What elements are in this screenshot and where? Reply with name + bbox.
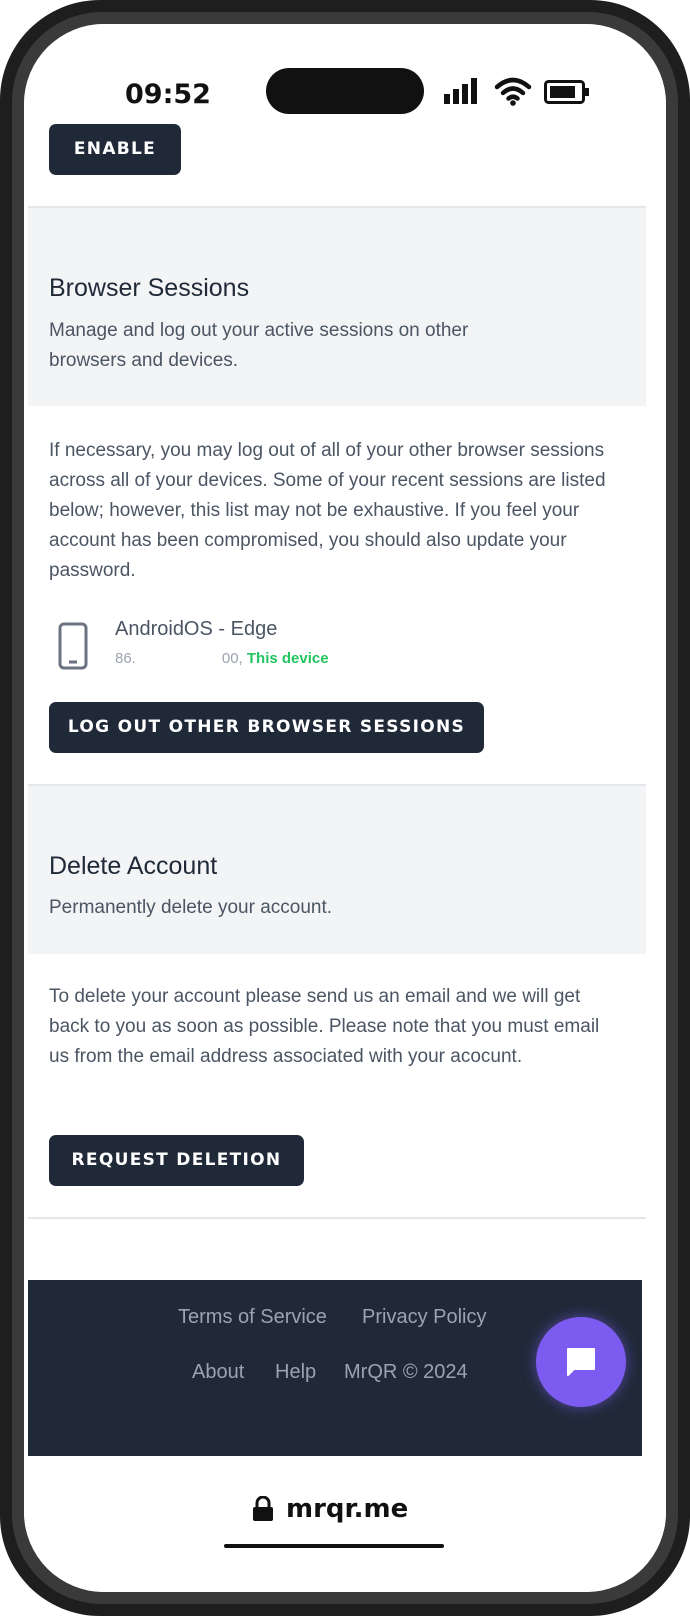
browser-sessions-body: If necessary, you may log out of all of …: [28, 406, 646, 784]
url-text[interactable]: mrqr.me: [286, 1494, 408, 1524]
footer-copyright: MrQR © 2024: [344, 1361, 468, 1383]
enable-button[interactable]: ENABLE: [49, 124, 181, 175]
session-meta: 86. 00, This device: [115, 650, 329, 667]
screen: 09:52 ENABLE Browser Sessions Manage and…: [24, 24, 666, 1592]
page-content: ENABLE Browser Sessions Manage and log o…: [28, 124, 646, 1219]
delete-account-description: To delete your account please send us an…: [49, 986, 600, 1067]
status-bar: 09:52: [24, 24, 666, 124]
delete-account-header: Delete Account Permanently delete your a…: [28, 786, 646, 954]
session-item: AndroidOS - Edge 86. 00, This device: [49, 618, 609, 676]
session-ip-suffix: 00,: [221, 650, 243, 667]
browser-url-bar: mrqr.me: [24, 1456, 666, 1592]
dynamic-island: [266, 68, 424, 114]
footer-link-privacy[interactable]: Privacy Policy: [362, 1306, 486, 1329]
lock-icon: [253, 1496, 273, 1521]
this-device-label: This device: [246, 650, 329, 667]
home-indicator[interactable]: [224, 1544, 444, 1548]
footer-link-help[interactable]: Help: [275, 1361, 316, 1384]
footer-link-terms[interactable]: Terms of Service: [178, 1306, 327, 1329]
phone-device-icon: [58, 622, 88, 670]
section-divider: [28, 1217, 646, 1219]
logout-other-sessions-button[interactable]: LOG OUT OTHER BROWSER SESSIONS: [49, 702, 484, 753]
battery-icon: [544, 80, 589, 104]
two-factor-section: ENABLE: [28, 124, 646, 206]
delete-account-subtitle: Permanently delete your account.: [49, 897, 333, 918]
footer-link-about[interactable]: About: [192, 1361, 244, 1384]
status-time: 09:52: [125, 79, 211, 110]
browser-sessions-description: If necessary, you may log out of all of …: [49, 440, 606, 581]
session-browser-name: AndroidOS - Edge: [115, 618, 278, 640]
chat-button[interactable]: [536, 1317, 626, 1407]
session-ip-prefix: 86.: [115, 650, 136, 667]
wifi-icon: [494, 77, 532, 106]
browser-sessions-header: Browser Sessions Manage and log out your…: [28, 208, 646, 406]
phone-frame: 09:52 ENABLE Browser Sessions Manage and…: [0, 0, 690, 1616]
chat-icon: [567, 1348, 595, 1376]
browser-sessions-subtitle: Manage and log out your active sessions …: [49, 320, 469, 371]
signal-icon: [444, 78, 477, 104]
browser-sessions-title: Browser Sessions: [49, 274, 250, 302]
request-deletion-button[interactable]: REQUEST DELETION: [49, 1135, 304, 1186]
delete-account-body: To delete your account please send us an…: [28, 954, 646, 1217]
delete-account-title: Delete Account: [49, 852, 218, 880]
